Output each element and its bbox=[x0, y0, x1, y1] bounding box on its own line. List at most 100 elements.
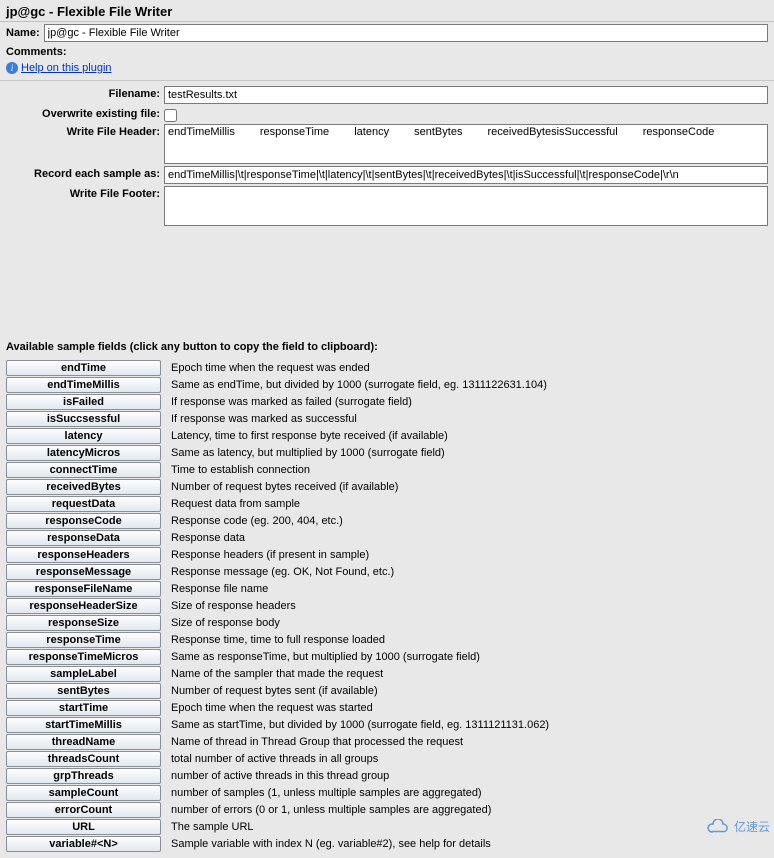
field-desc: Same as responseTime, but multiplied by … bbox=[171, 651, 480, 663]
field-desc: Response data bbox=[171, 532, 245, 544]
record-input[interactable] bbox=[164, 166, 768, 184]
field-desc: Epoch time when the request was started bbox=[171, 702, 373, 714]
field-button-receivedbytes[interactable]: receivedBytes bbox=[6, 479, 161, 495]
field-button-threadscount[interactable]: threadsCount bbox=[6, 751, 161, 767]
overwrite-label: Overwrite existing file: bbox=[6, 106, 164, 120]
field-desc: Number of request bytes sent (if availab… bbox=[171, 685, 378, 697]
field-button-issuccsessful[interactable]: isSuccsessful bbox=[6, 411, 161, 427]
field-desc: Response headers (if present in sample) bbox=[171, 549, 369, 561]
field-desc: Name of the sampler that made the reques… bbox=[171, 668, 383, 680]
field-button-latencymicros[interactable]: latencyMicros bbox=[6, 445, 161, 461]
field-row: endTime Epoch time when the request was e… bbox=[6, 359, 768, 376]
field-row: endTimeMillisSame as endTime, but divide… bbox=[6, 376, 768, 393]
field-desc: If response was marked as failed (surrog… bbox=[171, 396, 412, 408]
field-button-responseheaders[interactable]: responseHeaders bbox=[6, 547, 161, 563]
flexible-file-writer-panel: jp@gc - Flexible File Writer Name: Comme… bbox=[0, 0, 774, 858]
filename-row: Filename: bbox=[2, 85, 772, 105]
footer-label: Write File Footer: bbox=[6, 186, 164, 200]
field-button-sentbytes[interactable]: sentBytes bbox=[6, 683, 161, 699]
field-button-grpthreads[interactable]: grpThreads bbox=[6, 768, 161, 784]
field-button-errorcount[interactable]: errorCount bbox=[6, 802, 161, 818]
field-button-endtime[interactable]: endTime bbox=[6, 360, 161, 376]
footer-row: Write File Footer: bbox=[2, 185, 772, 227]
name-input[interactable] bbox=[44, 24, 768, 42]
field-row: responseTimeResponse time, time to full … bbox=[6, 631, 768, 648]
record-label: Record each sample as: bbox=[6, 166, 164, 180]
field-button-samplelabel[interactable]: sampleLabel bbox=[6, 666, 161, 682]
help-link[interactable]: Help on this plugin bbox=[21, 62, 112, 74]
field-row: sampleLabel Name of the sampler that made… bbox=[6, 665, 768, 682]
field-row: isFailed If response was marked as failed… bbox=[6, 393, 768, 410]
field-row: connectTime Time to establish connection bbox=[6, 461, 768, 478]
overwrite-checkbox[interactable] bbox=[164, 109, 177, 122]
field-row: startTime Epoch time when the request was… bbox=[6, 699, 768, 716]
record-row: Record each sample as: bbox=[2, 165, 772, 185]
field-row: URL The sample URL bbox=[6, 818, 768, 835]
field-button-url[interactable]: URL bbox=[6, 819, 161, 835]
field-row: responseMessage Response message (eg. OK,… bbox=[6, 563, 768, 580]
header-label: Write File Header: bbox=[6, 124, 164, 138]
filename-input[interactable] bbox=[164, 86, 768, 104]
field-desc: Epoch time when the request was ended bbox=[171, 362, 370, 374]
field-desc: Response message (eg. OK, Not Found, etc… bbox=[171, 566, 394, 578]
field-row: variable#<N>Sample variable with index N… bbox=[6, 835, 768, 852]
field-row: responseData Response data bbox=[6, 529, 768, 546]
name-row: Name: bbox=[0, 22, 774, 44]
field-button-responsemessage[interactable]: responseMessage bbox=[6, 564, 161, 580]
field-button-endtimemillis[interactable]: endTimeMillis bbox=[6, 377, 161, 393]
name-label: Name: bbox=[6, 27, 44, 39]
field-row: latencyMicros Same as latency, but multip… bbox=[6, 444, 768, 461]
field-desc: number of errors (0 or 1, unless multipl… bbox=[171, 804, 491, 816]
spacer bbox=[0, 227, 774, 337]
field-button-isfailed[interactable]: isFailed bbox=[6, 394, 161, 410]
field-desc: Same as startTime, but divided by 1000 (… bbox=[171, 719, 549, 731]
panel-title: jp@gc - Flexible File Writer bbox=[0, 0, 774, 22]
field-button-requestdata[interactable]: requestData bbox=[6, 496, 161, 512]
field-row: responseSizeSize of response body bbox=[6, 614, 768, 631]
field-desc: total number of active threads in all gr… bbox=[171, 753, 378, 765]
field-button-variable-n-[interactable]: variable#<N> bbox=[6, 836, 161, 852]
field-button-responsedata[interactable]: responseData bbox=[6, 530, 161, 546]
comments-label: Comments: bbox=[6, 46, 71, 58]
help-row: i Help on this plugin bbox=[0, 60, 774, 80]
field-row: responseCode Response code (eg. 200, 404,… bbox=[6, 512, 768, 529]
field-desc: If response was marked as successful bbox=[171, 413, 357, 425]
header-input[interactable] bbox=[164, 124, 768, 164]
footer-input[interactable] bbox=[164, 186, 768, 226]
field-desc: Same as latency, but multiplied by 1000 … bbox=[171, 447, 445, 459]
field-row: startTimeMillis Same as startTime, but di… bbox=[6, 716, 768, 733]
field-button-latency[interactable]: latency bbox=[6, 428, 161, 444]
field-desc: Request data from sample bbox=[171, 498, 300, 510]
field-row: responseHeaderSize Size of response heade… bbox=[6, 597, 768, 614]
field-row: responseTimeMicros Same as responseTime, … bbox=[6, 648, 768, 665]
field-button-starttimemillis[interactable]: startTimeMillis bbox=[6, 717, 161, 733]
field-desc: Response file name bbox=[171, 583, 268, 595]
field-desc: Size of response headers bbox=[171, 600, 296, 612]
available-fields-title: Available sample fields (click any butto… bbox=[0, 337, 774, 359]
field-button-starttime[interactable]: startTime bbox=[6, 700, 161, 716]
field-row: threadsCount total number of active threa… bbox=[6, 750, 768, 767]
field-button-responseheadersize[interactable]: responseHeaderSize bbox=[6, 598, 161, 614]
field-desc: The sample URL bbox=[171, 821, 254, 833]
field-desc: Number of request bytes received (if ava… bbox=[171, 481, 398, 493]
field-row: grpThreads number of active threads in th… bbox=[6, 767, 768, 784]
field-desc: number of active threads in this thread … bbox=[171, 770, 389, 782]
overwrite-row: Overwrite existing file: bbox=[2, 105, 772, 123]
field-desc: Time to establish connection bbox=[171, 464, 310, 476]
field-desc: Latency, time to first response byte rec… bbox=[171, 430, 448, 442]
field-button-responsetime[interactable]: responseTime bbox=[6, 632, 161, 648]
field-button-connecttime[interactable]: connectTime bbox=[6, 462, 161, 478]
field-row: responseFileName Response file name bbox=[6, 580, 768, 597]
field-button-responsesize[interactable]: responseSize bbox=[6, 615, 161, 631]
field-row: responseHeaders Response headers (if pres… bbox=[6, 546, 768, 563]
field-desc: Response code (eg. 200, 404, etc.) bbox=[171, 515, 343, 527]
field-button-samplecount[interactable]: sampleCount bbox=[6, 785, 161, 801]
field-button-threadname[interactable]: threadName bbox=[6, 734, 161, 750]
filename-label: Filename: bbox=[6, 86, 164, 100]
field-button-responsetimemicros[interactable]: responseTimeMicros bbox=[6, 649, 161, 665]
field-button-responsefilename[interactable]: responseFileName bbox=[6, 581, 161, 597]
field-button-responsecode[interactable]: responseCode bbox=[6, 513, 161, 529]
config-section: Filename: Overwrite existing file: Write… bbox=[0, 80, 774, 227]
info-icon: i bbox=[6, 62, 18, 74]
field-desc: number of samples (1, unless multiple sa… bbox=[171, 787, 482, 799]
